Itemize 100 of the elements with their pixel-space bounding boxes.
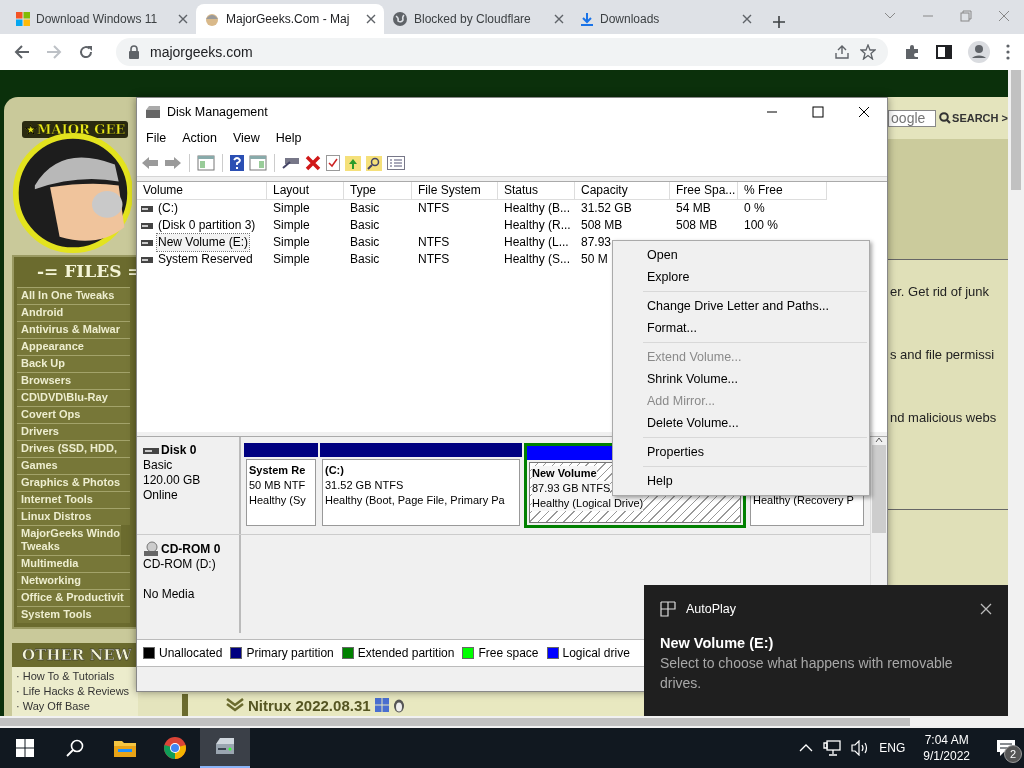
delete-icon[interactable] [305,155,321,171]
menu-item[interactable]: Help [269,128,308,148]
menu-item[interactable]: Explore [613,266,869,288]
connect-drive-icon[interactable] [282,156,300,170]
more-menu-icon[interactable] [1006,44,1010,60]
column-header[interactable]: Free Spa... [670,182,738,200]
column-header[interactable]: % Free [738,182,827,200]
table-cell: Simple [273,218,310,232]
browser-tab[interactable]: Download Windows 11 [8,4,196,34]
column-header[interactable]: Capacity [575,182,670,200]
table-cell[interactable]: (C:) [157,200,179,217]
share-icon[interactable] [834,44,850,60]
menu-item[interactable]: Format... [613,317,869,339]
chevron-up-icon[interactable] [799,744,814,752]
table-cell[interactable]: System Reserved [157,251,254,268]
category-link[interactable]: Office & Productivit [17,589,130,606]
folder-icon[interactable] [113,738,137,758]
autoplay-toast[interactable]: AutoPlay New Volume (E:) Select to choose what happens with removable drives. [644,585,1008,716]
table-cell[interactable]: New Volume (E:) [157,234,250,251]
category-link[interactable]: Internet Tools [17,491,130,508]
address-bar[interactable]: majorgeeks.com [116,38,888,66]
category-link[interactable]: CD\DVD\Blu-Ray [17,389,130,406]
category-link[interactable]: Covert Ops [17,406,130,423]
category-link[interactable]: Browsers [17,372,130,389]
windows-logo-icon [16,12,30,26]
partition-info: 87.93 GB NTFS [532,481,611,496]
category-link[interactable]: Antivirus & Malwar [17,321,130,338]
category-link[interactable]: All In One Tweaks [17,287,130,304]
menu-item[interactable]: View [226,128,266,148]
maximize-icon[interactable] [812,106,824,118]
close-icon[interactable] [858,106,870,118]
news-link[interactable]: · How To & Tutorials [12,669,138,684]
column-header[interactable]: File System [412,182,498,200]
forward-icon[interactable] [164,156,182,170]
lock-icon [128,45,140,59]
reload-icon[interactable] [78,44,94,60]
folder-up-icon[interactable] [345,155,361,171]
volume-icon[interactable] [851,740,870,756]
close-icon[interactable] [366,14,376,24]
menu-item[interactable]: Open [613,244,869,266]
help-icon[interactable] [230,155,244,171]
column-header[interactable]: Type [344,182,412,200]
browser-tab[interactable]: Blocked by Cloudflare [384,4,572,34]
clock[interactable]: 7:04 AM 9/1/2022 [923,732,970,764]
menu-item[interactable]: Change Drive Letter and Paths... [613,295,869,317]
partition-label: System Re [249,463,306,478]
category-link[interactable]: Networking [17,572,130,589]
search-folder-icon[interactable] [366,155,382,171]
menu-item[interactable]: File [140,128,173,148]
chrome-icon[interactable] [163,736,187,760]
column-header[interactable]: Status [498,182,575,200]
table-cell[interactable]: (Disk 0 partition 3) [157,217,257,234]
menu-item[interactable]: Delete Volume... [613,412,869,434]
category-link[interactable]: Linux Distros [17,508,130,525]
bookmark-star-icon[interactable] [860,44,876,60]
category-link[interactable]: Android [17,304,130,321]
category-link[interactable]: Drivers [17,423,130,440]
check-icon[interactable] [326,155,340,171]
search-field[interactable]: oogle [888,109,937,127]
properties-icon[interactable] [387,156,405,170]
back-icon[interactable] [14,44,30,60]
table-cell: Basic [350,218,380,232]
browser-tab[interactable]: Downloads [572,4,760,34]
back-icon[interactable] [141,156,159,170]
partition-info: Healthy (Recovery P [753,493,854,508]
category-link[interactable]: Multimedia [17,555,130,572]
menu-item[interactable]: Shrink Volume... [613,368,869,390]
horizontal-scrollbar[interactable] [0,716,1024,728]
network-icon[interactable] [823,740,842,756]
vertical-scrollbar[interactable] [1008,70,1024,716]
category-link[interactable]: Graphics & Photos [17,474,130,491]
menu-item[interactable]: Properties [613,441,869,463]
scroll-up-icon[interactable] [875,437,883,443]
chevron-down-icon[interactable] [884,12,896,20]
new-tab-icon[interactable] [772,15,786,29]
category-link[interactable]: Back Up [17,355,130,372]
download-icon [580,12,594,26]
browser-tab[interactable]: MajorGeeks.Com - Maj [196,4,384,34]
disk-name[interactable]: Disk 0 [161,443,197,458]
search-button[interactable]: SEARCH > [939,112,1008,124]
category-link[interactable]: Appearance [17,338,130,355]
window-title: Disk Management [167,105,269,119]
menu-item[interactable]: Help [613,470,869,492]
category-link[interactable]: System Tools [17,606,130,623]
disk-name[interactable]: CD-ROM 0 [161,541,221,557]
news-link[interactable]: · Way Off Base [12,699,138,714]
article-headline[interactable]: Nitrux 2022.08.31 [248,696,371,714]
profile-icon[interactable] [968,41,990,63]
extensions-icon[interactable] [904,44,920,60]
category-link[interactable]: Drives (SSD, HDD, [17,440,130,457]
column-header[interactable]: Volume [137,182,267,200]
column-header[interactable]: Layout [267,182,344,200]
penguin-icon [392,697,405,713]
close-icon[interactable] [980,603,992,615]
side-panel-icon[interactable] [936,44,952,60]
menu-item[interactable]: Action [176,128,223,148]
news-link[interactable]: · Life Hacks & Reviews [12,684,138,699]
category-link[interactable]: MajorGeeks Windo Tweaks [17,525,121,555]
language-indicator[interactable]: ENG [879,741,906,755]
category-link[interactable]: Games [17,457,130,474]
